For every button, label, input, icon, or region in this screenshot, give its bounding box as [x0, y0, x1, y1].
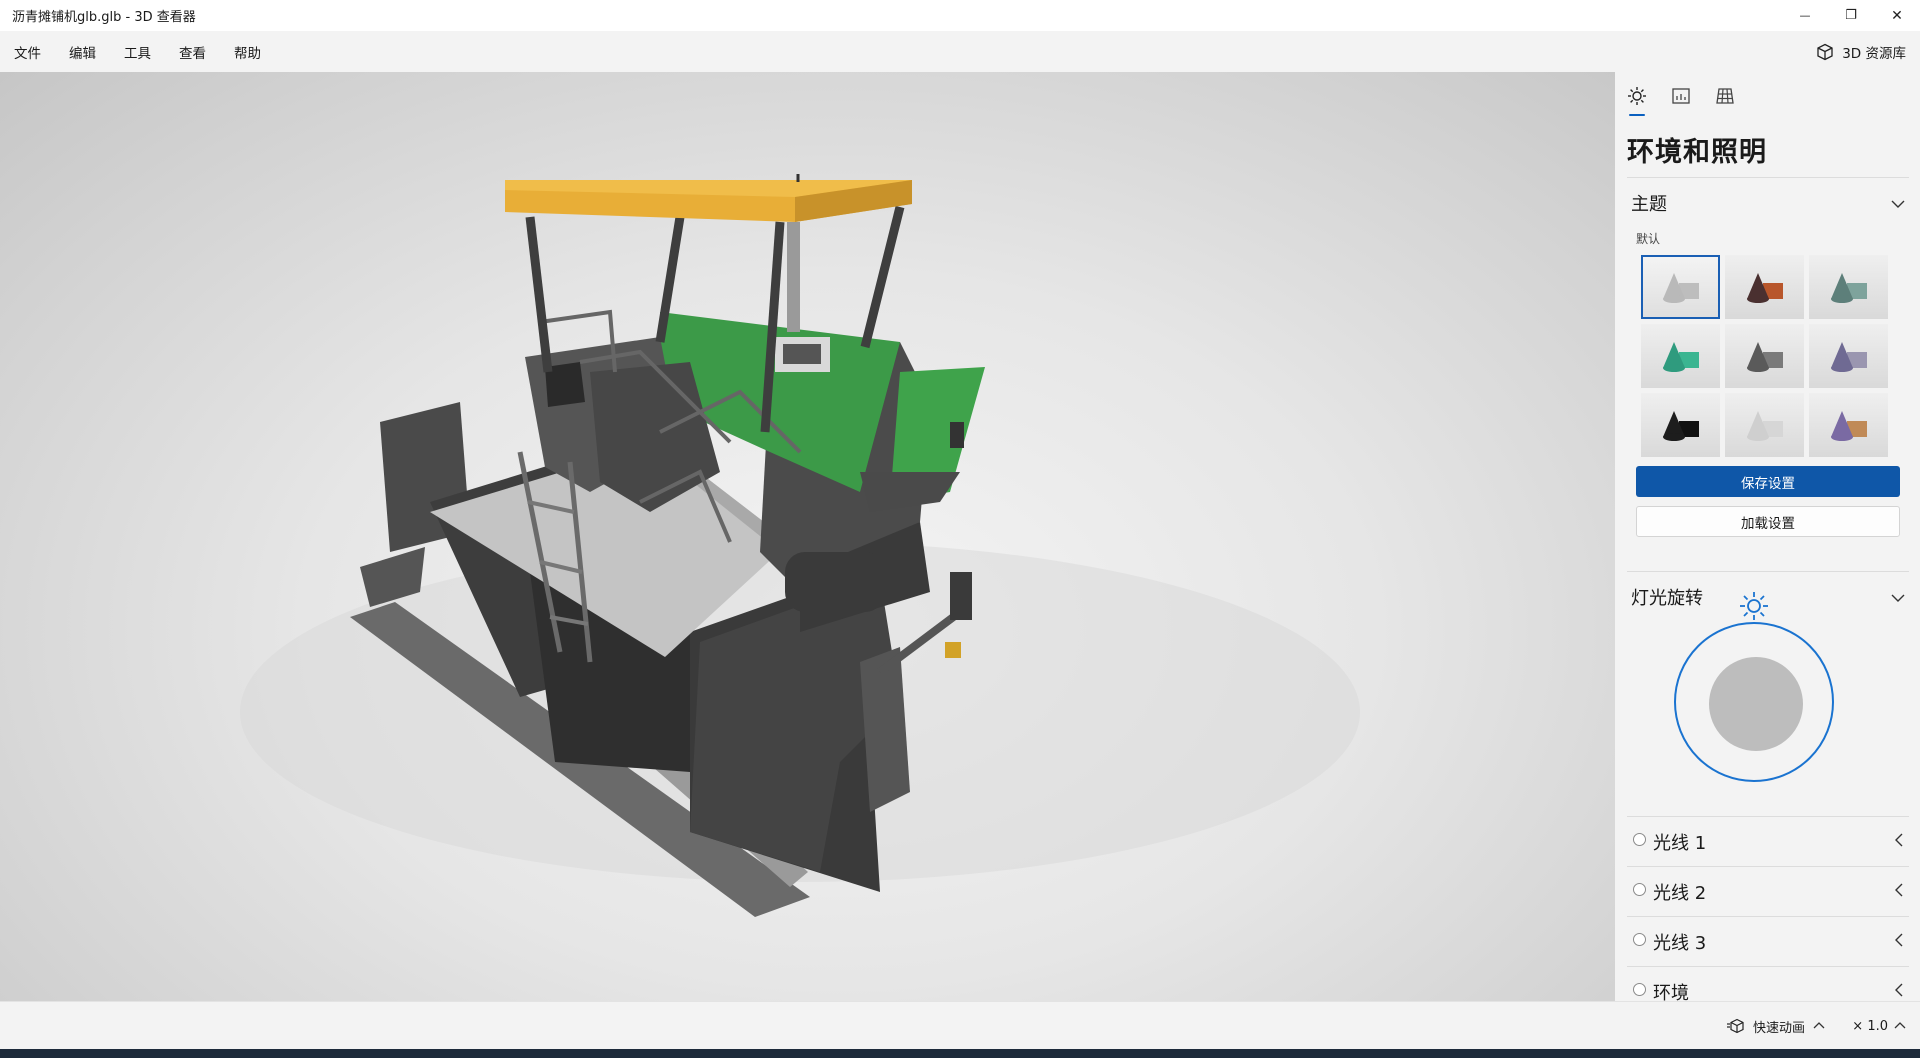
quick-animation-button[interactable]: 快速动画	[1726, 1002, 1825, 1050]
3d-library-button[interactable]: 3D 资源库	[1816, 31, 1906, 72]
theme-option[interactable]	[1725, 324, 1804, 388]
theme-option[interactable]	[1809, 324, 1888, 388]
light-2-radio[interactable]	[1633, 883, 1646, 896]
window-title: 沥青摊铺机glb.glb - 3D 查看器	[12, 10, 196, 25]
theme-preview-icon	[1663, 273, 1699, 303]
panel-title: 环境和照明	[1627, 137, 1767, 168]
menu-tools[interactable]: 工具	[110, 31, 165, 72]
theme-preview-icon	[1831, 273, 1867, 303]
light-1-label: 光线 1	[1653, 833, 1707, 854]
light-3-label: 光线 3	[1653, 933, 1707, 954]
light-3-radio[interactable]	[1633, 933, 1646, 946]
title-bar: 沥青摊铺机glb.glb - 3D 查看器 — ❐ ✕	[0, 0, 1920, 31]
tab-grid[interactable]	[1711, 82, 1739, 110]
menu-edit[interactable]: 编辑	[55, 31, 110, 72]
stats-icon	[1672, 88, 1690, 104]
light-sphere-preview	[1709, 657, 1803, 751]
load-settings-button[interactable]: 加载设置	[1636, 506, 1900, 537]
menu-view[interactable]: 查看	[165, 31, 220, 72]
tab-lighting[interactable]	[1623, 82, 1651, 116]
3d-viewport[interactable]	[0, 72, 1615, 1001]
theme-option[interactable]	[1725, 255, 1804, 319]
theme-preview-icon	[1747, 411, 1783, 441]
save-settings-button[interactable]: 保存设置	[1636, 466, 1900, 497]
light-row-environment[interactable]: 环境	[1627, 966, 1909, 1001]
divider	[1627, 177, 1909, 178]
chevron-left-icon[interactable]	[1891, 882, 1907, 898]
chevron-up-icon	[1813, 1022, 1825, 1029]
theme-preview-icon	[1747, 273, 1783, 303]
light-rotation-header[interactable]: 灯光旋转	[1631, 584, 1703, 610]
asphalt-paver-model	[240, 174, 1360, 917]
3d-library-label: 3D 资源库	[1842, 45, 1906, 62]
light-row-1[interactable]: 光线 1	[1627, 816, 1909, 866]
light-row-2[interactable]: 光线 2	[1627, 866, 1909, 916]
speed-label: × 1.0	[1852, 1018, 1888, 1034]
tab-stats[interactable]	[1667, 82, 1695, 110]
cube-icon	[1817, 43, 1833, 60]
theme-section-header[interactable]: 主题	[1631, 190, 1667, 216]
theme-option[interactable]	[1809, 255, 1888, 319]
theme-option[interactable]	[1641, 393, 1720, 457]
sun-icon	[1628, 87, 1646, 105]
theme-preview-icon	[1663, 342, 1699, 372]
menu-help[interactable]: 帮助	[220, 31, 275, 72]
restore-button[interactable]: ❐	[1828, 0, 1874, 31]
environment-label: 环境	[1653, 983, 1689, 1001]
chevron-left-icon[interactable]	[1891, 832, 1907, 848]
menu-file[interactable]: 文件	[0, 31, 55, 72]
speed-selector[interactable]: × 1.0	[1852, 1002, 1906, 1050]
light-2-label: 光线 2	[1653, 883, 1707, 904]
light-1-radio[interactable]	[1633, 833, 1646, 846]
os-taskbar	[0, 1049, 1920, 1058]
theme-preview-icon	[1831, 342, 1867, 372]
chevron-down-icon[interactable]	[1890, 196, 1906, 212]
theme-preview-icon	[1663, 411, 1699, 441]
quick-animation-label: 快速动画	[1752, 1020, 1805, 1036]
panel-tabs	[1615, 72, 1920, 118]
light-rotation-dial[interactable]	[1674, 622, 1834, 782]
status-bar: 快速动画 × 1.0	[0, 1001, 1920, 1049]
chevron-up-icon	[1894, 1022, 1906, 1029]
restore-icon: ❐	[1845, 8, 1857, 23]
theme-default-label: 默认	[1636, 232, 1661, 246]
environment-panel: 环境和照明 主题 默认 保存设置 加载设置 灯光旋转 光线 1 光线 2 光线 …	[1615, 72, 1920, 1001]
minimize-icon: —	[1799, 9, 1811, 22]
divider	[1627, 571, 1909, 572]
theme-option[interactable]	[1725, 393, 1804, 457]
close-button[interactable]: ✕	[1874, 0, 1920, 31]
theme-option[interactable]	[1641, 255, 1720, 319]
animation-icon	[1726, 1018, 1744, 1034]
theme-preview-icon	[1747, 342, 1783, 372]
minimize-button[interactable]: —	[1782, 0, 1828, 31]
theme-grid	[1641, 255, 1891, 457]
close-icon: ✕	[1891, 7, 1903, 24]
environment-radio[interactable]	[1633, 983, 1646, 996]
grid-icon	[1716, 88, 1734, 104]
window-controls: — ❐ ✕	[1782, 0, 1920, 31]
light-row-3[interactable]: 光线 3	[1627, 916, 1909, 966]
theme-preview-icon	[1831, 411, 1867, 441]
chevron-left-icon[interactable]	[1891, 982, 1907, 998]
theme-option[interactable]	[1641, 324, 1720, 388]
chevron-down-icon[interactable]	[1890, 590, 1906, 606]
chevron-left-icon[interactable]	[1891, 932, 1907, 948]
theme-option[interactable]	[1809, 393, 1888, 457]
light-direction-sun-icon[interactable]	[1738, 590, 1770, 622]
menu-bar: 文件 编辑 工具 查看 帮助 3D 资源库	[0, 31, 1920, 72]
